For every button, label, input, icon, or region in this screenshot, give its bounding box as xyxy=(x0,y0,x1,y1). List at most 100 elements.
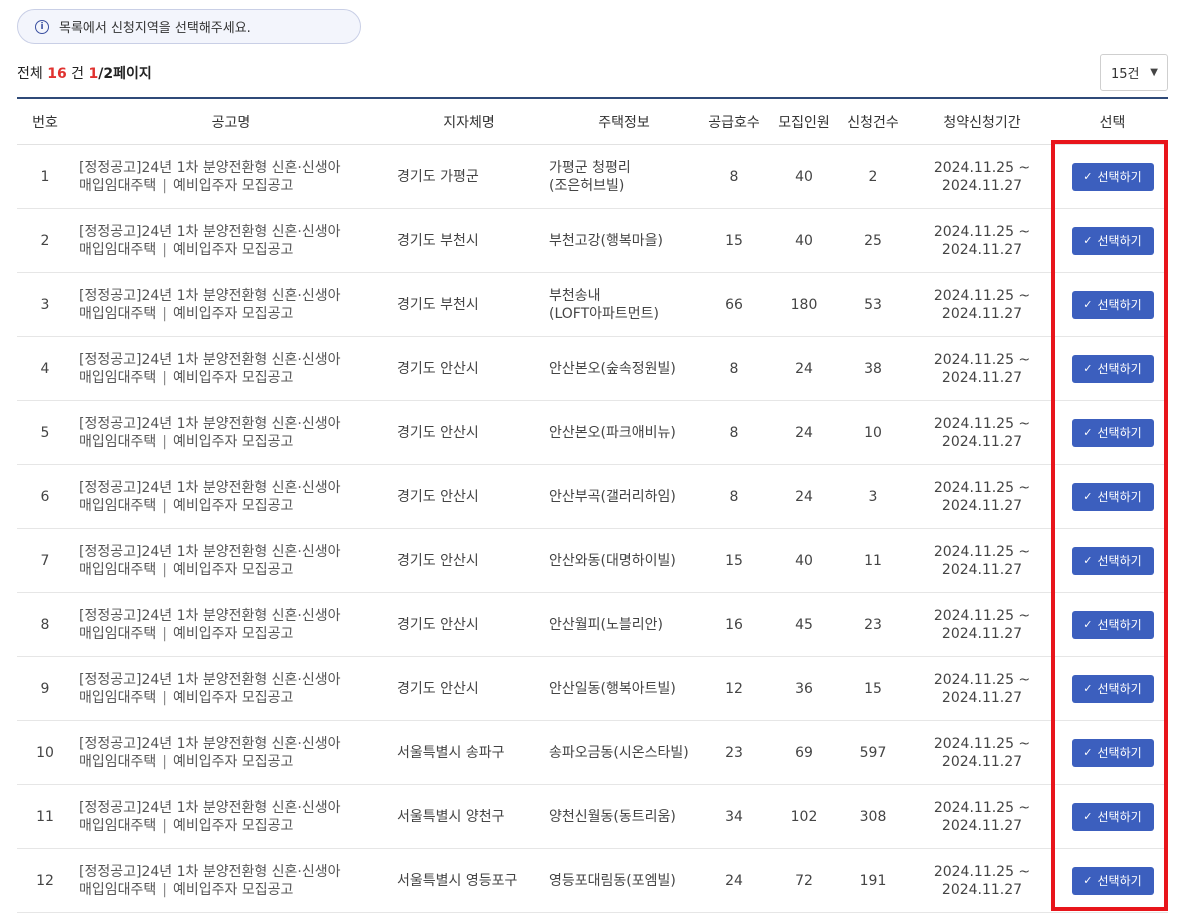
announcement-title[interactable]: [정정공고]24년 1차 분양전환형 신혼·신생아 매입임대주택 | 예비입주자 모… xyxy=(73,528,389,593)
house-info: 안산본오(파크애비뉴) xyxy=(549,400,699,465)
region-text: 경기도 안산시 xyxy=(397,488,479,505)
application-period: 2024.11.25 ~ 2024.11.27 xyxy=(907,336,1057,401)
select-button[interactable]: ✓ 선택하기 xyxy=(1071,866,1154,895)
supply-count: 12 xyxy=(699,656,769,721)
select-cell: ✓ 선택하기 xyxy=(1057,144,1168,209)
supply-count: 15 xyxy=(699,528,769,593)
info-icon: i xyxy=(35,19,49,34)
select-button[interactable]: ✓ 선택하기 xyxy=(1071,226,1154,255)
period-start: 2024.11.25 ~ xyxy=(933,863,1031,880)
column-header: 공고명 xyxy=(73,98,389,145)
house-name: 안산본오(숲속정원빌) xyxy=(549,360,676,377)
recruit-count: 40 xyxy=(769,144,839,209)
check-icon: ✓ xyxy=(1083,554,1093,567)
select-button[interactable]: ✓ 선택하기 xyxy=(1071,290,1154,319)
region-text: 서울특별시 송파구 xyxy=(397,744,505,761)
title-line1: [정정공고]24년 1차 분양전환형 신혼·신생아 xyxy=(79,799,341,816)
title-line1: [정정공고]24년 1차 분양전환형 신혼·신생아 xyxy=(79,479,341,496)
period-start: 2024.11.25 ~ xyxy=(933,223,1031,240)
applied-count: 191 xyxy=(839,848,907,913)
title-line1: [정정공고]24년 1차 분양전환형 신혼·신생아 xyxy=(79,159,341,176)
select-cell: ✓ 선택하기 xyxy=(1057,400,1168,465)
select-button[interactable]: ✓ 선택하기 xyxy=(1071,610,1154,639)
announcement-title[interactable]: [정정공고]24년 1차 분양전환형 신혼·신생아 매입임대주택 | 예비입주자 모… xyxy=(73,272,389,337)
select-cell: ✓ 선택하기 xyxy=(1057,272,1168,337)
title-line2b: 예비입주자 모집공고 xyxy=(173,305,294,322)
row-number: 11 xyxy=(17,784,73,849)
recruit-count: 45 xyxy=(769,592,839,657)
period-start: 2024.11.25 ~ xyxy=(933,159,1031,176)
table-header-row: 번호 공고명 지자체명 주택정보 공급호수 모집인원 신청건수 청약신청기간 선택 xyxy=(17,98,1168,145)
house-name: 안산일동(행복아트빌) xyxy=(549,680,676,697)
announcement-title[interactable]: [정정공고]24년 1차 분양전환형 신혼·신생아 매입임대주택 | 예비입주자 모… xyxy=(73,336,389,401)
column-header: 모집인원 xyxy=(769,98,839,145)
house-info: 양천신월동(동트리움) xyxy=(549,784,699,849)
title-separator: | xyxy=(162,433,167,450)
select-button-label: 선택하기 xyxy=(1097,682,1142,696)
house-name: 부천송내 xyxy=(549,287,601,304)
select-button[interactable]: ✓ 선택하기 xyxy=(1071,738,1154,767)
house-info: 영등포대림동(포엠빌) xyxy=(549,848,699,913)
table-row: 5 [정정공고]24년 1차 분양전환형 신혼·신생아 매입임대주택 | 예비입주자… xyxy=(17,400,1168,465)
total-count: 16 xyxy=(47,66,67,82)
select-button-label: 선택하기 xyxy=(1097,170,1142,184)
announcement-title[interactable]: [정정공고]24년 1차 분양전환형 신혼·신생아 매입임대주택 | 예비입주자 모… xyxy=(73,592,389,657)
period-end: 2024.11.27 xyxy=(941,177,1023,194)
period-start: 2024.11.25 ~ xyxy=(933,607,1031,624)
title-separator: | xyxy=(162,241,167,258)
announcement-title[interactable]: [정정공고]24년 1차 분양전환형 신혼·신생아 매입임대주택 | 예비입주자 모… xyxy=(73,784,389,849)
supply-count: 16 xyxy=(699,592,769,657)
house-info: 부천송내 (LOFT아파트먼트) xyxy=(549,272,699,337)
title-line1: [정정공고]24년 1차 분양전환형 신혼·신생아 xyxy=(79,735,341,752)
title-separator: | xyxy=(162,689,167,706)
applied-count: 11 xyxy=(839,528,907,593)
announcement-title[interactable]: [정정공고]24년 1차 분양전환형 신혼·신생아 매입임대주택 | 예비입주자 모… xyxy=(73,720,389,785)
title-line1: [정정공고]24년 1차 분양전환형 신혼·신생아 xyxy=(79,671,341,688)
title-line2b: 예비입주자 모집공고 xyxy=(173,433,294,450)
house-name: 안산본오(파크애비뉴) xyxy=(549,424,676,441)
title-line2b: 예비입주자 모집공고 xyxy=(173,497,294,514)
house-detail: (조은허브빌) xyxy=(549,177,625,194)
supply-count: 8 xyxy=(699,464,769,529)
period-start: 2024.11.25 ~ xyxy=(933,287,1031,304)
check-icon: ✓ xyxy=(1083,682,1093,695)
column-header: 신청건수 xyxy=(839,98,907,145)
select-button[interactable]: ✓ 선택하기 xyxy=(1071,546,1154,575)
select-button[interactable]: ✓ 선택하기 xyxy=(1071,802,1154,831)
select-button[interactable]: ✓ 선택하기 xyxy=(1071,674,1154,703)
title-line2a: 매입임대주택 xyxy=(79,625,157,642)
row-number: 6 xyxy=(17,464,73,529)
announcement-title[interactable]: [정정공고]24년 1차 분양전환형 신혼·신생아 매입임대주택 | 예비입주자 모… xyxy=(73,400,389,465)
region-name: 경기도 안산시 xyxy=(389,592,549,657)
announcement-title[interactable]: [정정공고]24년 1차 분양전환형 신혼·신생아 매입임대주택 | 예비입주자 모… xyxy=(73,656,389,721)
select-button[interactable]: ✓ 선택하기 xyxy=(1071,482,1154,511)
select-button[interactable]: ✓ 선택하기 xyxy=(1071,162,1154,191)
application-period: 2024.11.25 ~ 2024.11.27 xyxy=(907,592,1057,657)
house-name: 부천고강(행복마을) xyxy=(549,232,663,249)
per-page-select[interactable]: 15건 ▼ xyxy=(1100,54,1168,91)
select-button[interactable]: ✓ 선택하기 xyxy=(1071,418,1154,447)
announcement-title[interactable]: [정정공고]24년 1차 분양전환형 신혼·신생아 매입임대주택 | 예비입주자 모… xyxy=(73,208,389,273)
check-icon: ✓ xyxy=(1083,874,1093,887)
applied-count: 38 xyxy=(839,336,907,401)
select-button-label: 선택하기 xyxy=(1097,746,1142,760)
select-button-label: 선택하기 xyxy=(1097,490,1142,504)
title-line2b: 예비입주자 모집공고 xyxy=(173,241,294,258)
applied-count: 10 xyxy=(839,400,907,465)
select-button[interactable]: ✓ 선택하기 xyxy=(1071,354,1154,383)
title-separator: | xyxy=(162,817,167,834)
region-text: 경기도 부천시 xyxy=(397,232,479,249)
table-row: 10 [정정공고]24년 1차 분양전환형 신혼·신생아 매입임대주택 | 예비입주… xyxy=(17,720,1168,785)
applied-count: 3 xyxy=(839,464,907,529)
table-row: 12 [정정공고]24년 1차 분양전환형 신혼·신생아 매입임대주택 | 예비입주… xyxy=(17,848,1168,913)
title-line2b: 예비입주자 모집공고 xyxy=(173,177,294,194)
applied-count: 2 xyxy=(839,144,907,209)
row-number: 4 xyxy=(17,336,73,401)
select-cell: ✓ 선택하기 xyxy=(1057,720,1168,785)
announcement-title[interactable]: [정정공고]24년 1차 분양전환형 신혼·신생아 매입임대주택 | 예비입주자 모… xyxy=(73,144,389,209)
region-name: 서울특별시 양천구 xyxy=(389,784,549,849)
house-info: 안산와동(대명하이빌) xyxy=(549,528,699,593)
announcement-title[interactable]: [정정공고]24년 1차 분양전환형 신혼·신생아 매입임대주택 | 예비입주자 모… xyxy=(73,848,389,913)
title-line2a: 매입임대주택 xyxy=(79,177,157,194)
announcement-title[interactable]: [정정공고]24년 1차 분양전환형 신혼·신생아 매입임대주택 | 예비입주자 모… xyxy=(73,464,389,529)
